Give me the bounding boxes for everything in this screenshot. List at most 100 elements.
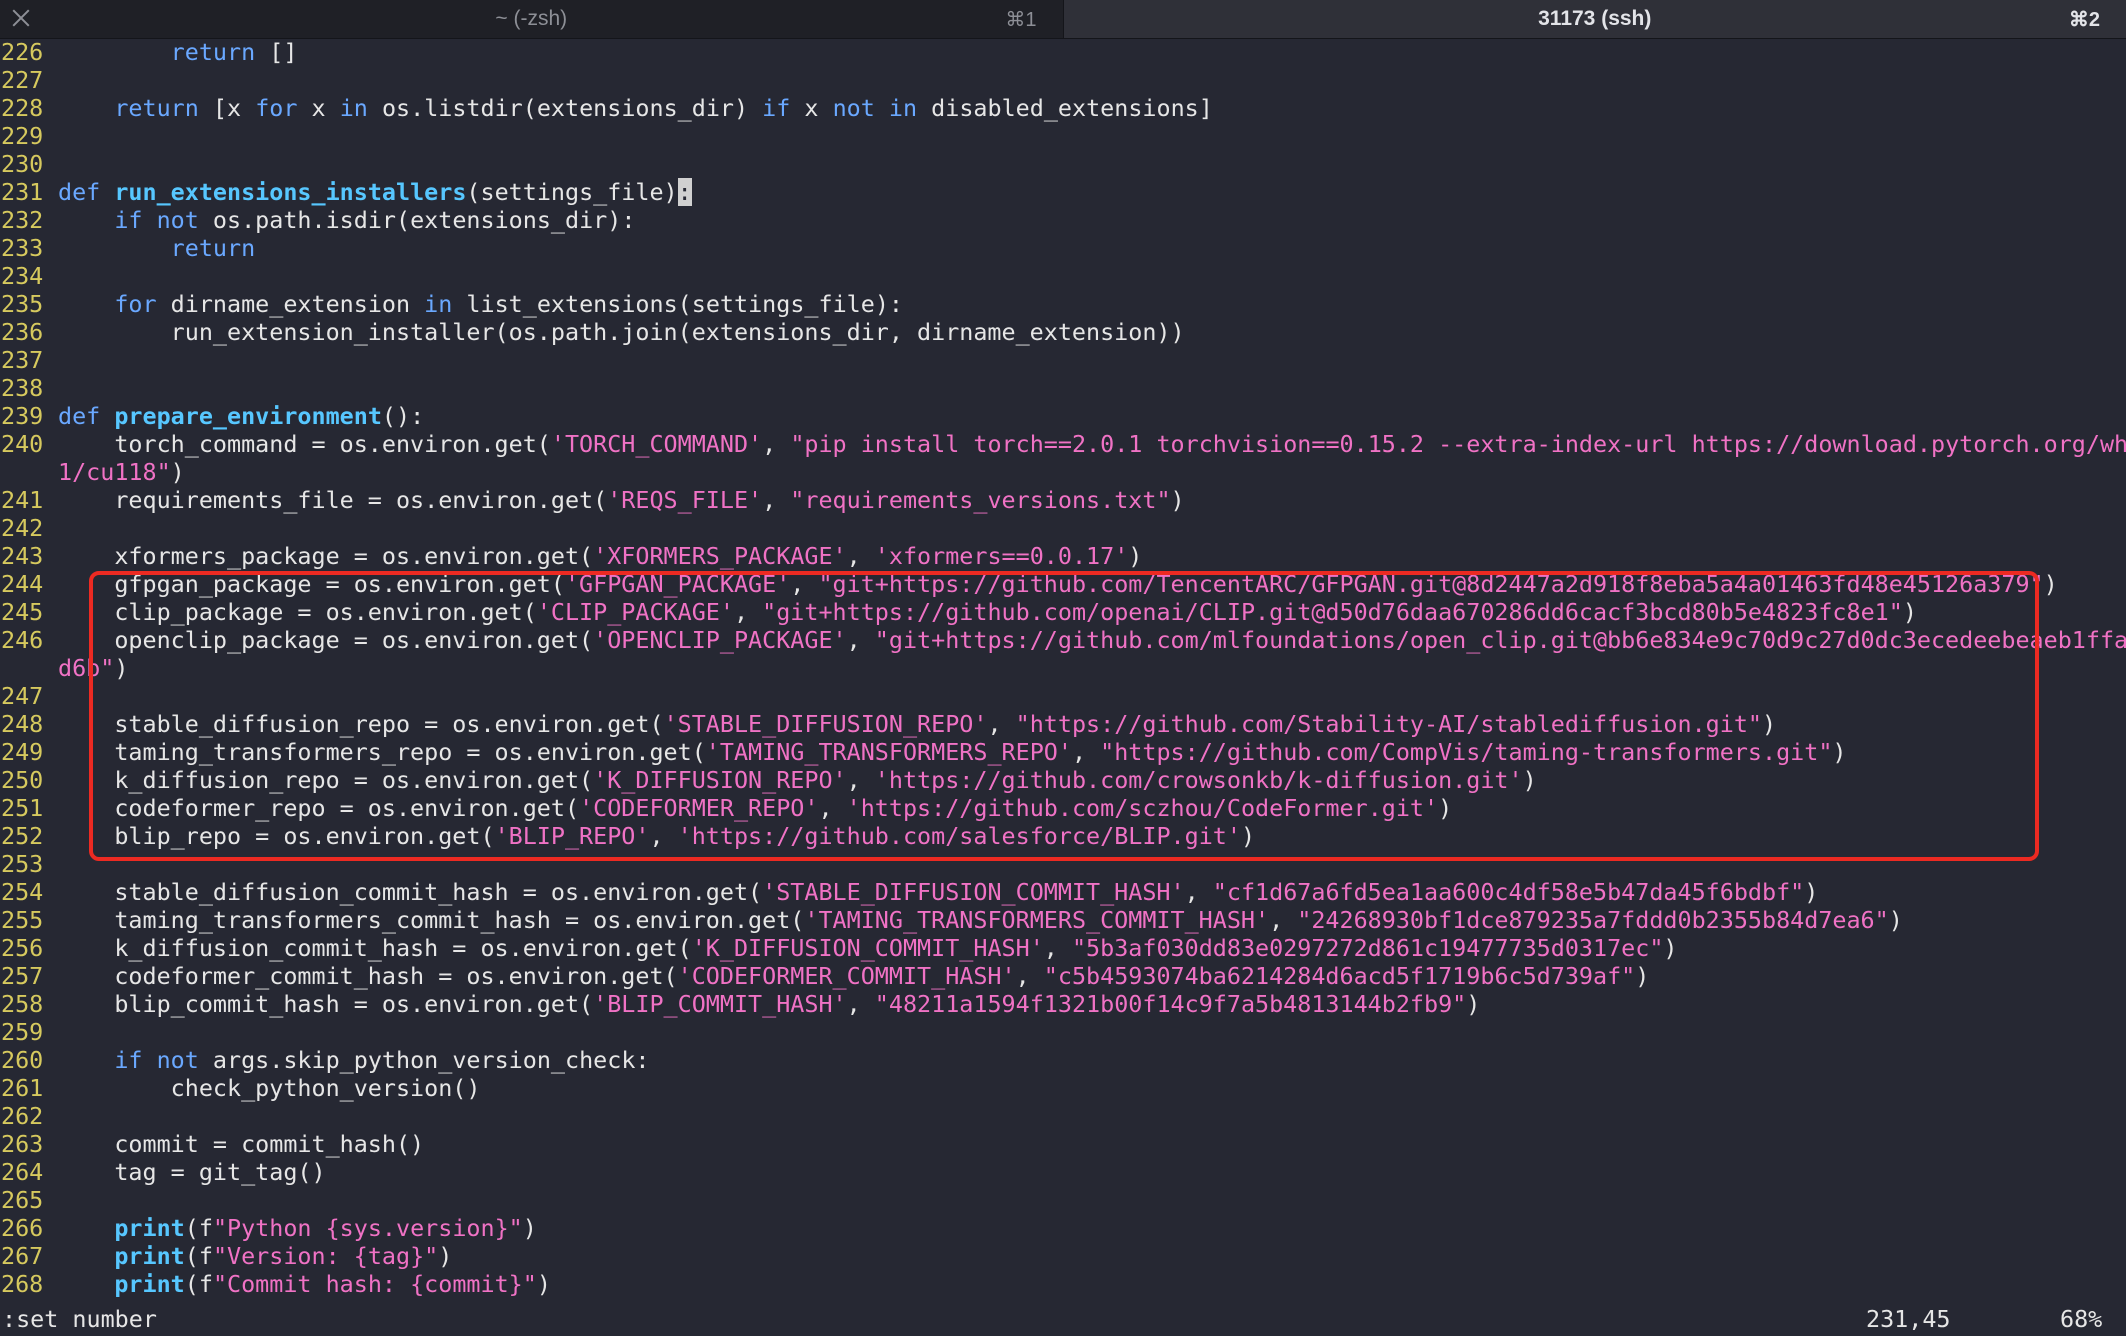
code-line[interactable]: 243 xformers_package = os.environ.get('X… [0,542,2126,570]
code-line[interactable]: 261 check_python_version() [0,1074,2126,1102]
code-line[interactable]: 237 [0,346,2126,374]
line-number: 252 [1,822,44,850]
line-number: 233 [1,234,44,262]
code-line[interactable]: 263 commit = commit_hash() [0,1130,2126,1158]
line-code: def run_extensions_installers(settings_f… [58,178,692,206]
line-number: 255 [1,906,44,934]
line-number: 258 [1,990,44,1018]
code-line[interactable]: 227 [0,66,2126,94]
line-code: def prepare_environment(): [58,402,424,430]
code-line[interactable]: 255 taming_transformers_commit_hash = os… [0,906,2126,934]
code-line[interactable]: 228 return [x for x in os.listdir(extens… [0,94,2126,122]
code-line[interactable]: 238 [0,374,2126,402]
cursor-position: 231,45 [1866,1305,1951,1333]
line-number: 266 [1,1214,44,1242]
code-token: ) [2043,570,2058,598]
code-token: ) [1888,906,1903,934]
code-token: commit = commit_hash() [58,1130,425,1158]
code-token: , [846,542,875,570]
tab-label: ~ (-zsh) [495,7,568,30]
code-token: if not [114,1046,199,1074]
line-code: for dirname_extension in list_extensions… [58,290,903,318]
code-line[interactable]: 267 print(f"Version: {tag}") [0,1242,2126,1270]
code-line[interactable]: 234 [0,262,2126,290]
code-token: [x [198,94,256,122]
code-line[interactable]: 232 if not os.path.isdir(extensions_dir)… [0,206,2126,234]
line-code: taming_transformers_commit_hash = os.env… [58,906,1903,934]
code-token: run_extension_installer(os.path.join(ext… [58,318,1185,346]
code-token: 'TAMING_TRANSFORMERS_COMMIT_HASH' [804,906,1270,934]
code-line[interactable]: 262 [0,1102,2126,1130]
line-number: 247 [1,682,44,710]
code-line[interactable]: 240 torch_command = os.environ.get('TORC… [0,430,2126,458]
code-token: ) [170,458,185,486]
line-number: 253 [1,850,44,878]
code-token: "c5b4593074ba6214284d6acd5f1719b6c5d739a… [1043,962,1636,990]
code-token: os.path.isdir(extensions_dir): [198,206,636,234]
line-code: codeformer_commit_hash = os.environ.get(… [58,962,1649,990]
vim-status-line[interactable]: :set number 231,45 68% [0,1302,2126,1336]
code-line[interactable]: 257 codeformer_commit_hash = os.environ.… [0,962,2126,990]
line-number: 238 [1,374,44,402]
code-line[interactable]: 239 def prepare_environment(): [0,402,2126,430]
code-line[interactable]: 258 blip_commit_hash = os.environ.get('B… [0,990,2126,1018]
line-number: 265 [1,1186,44,1214]
code-line[interactable]: 241 requirements_file = os.environ.get('… [0,486,2126,514]
code-line[interactable]: 265 [0,1186,2126,1214]
line-number: 264 [1,1158,44,1186]
code-line[interactable]: 235 for dirname_extension in list_extens… [0,290,2126,318]
code-token: return [114,94,199,122]
code-token: os.listdir(extensions_dir) [367,94,763,122]
code-token: , [762,486,791,514]
line-code: if not args.skip_python_version_check: [58,1046,649,1074]
code-line[interactable]: 230 [0,150,2126,178]
code-line[interactable]: 236 run_extension_installer(os.path.join… [0,318,2126,346]
tab-ssh[interactable]: 31173 (ssh) ⌘2 [1062,0,2126,38]
code-token: torch_command = os.environ.get( [58,430,551,458]
text-cursor: : [677,178,692,206]
code-token: x [790,94,833,122]
code-token: return [170,234,256,262]
code-line[interactable]: 264 tag = git_tag() [0,1158,2126,1186]
close-icon[interactable] [10,7,32,29]
line-number: 262 [1,1102,44,1130]
line-number: 232 [1,206,44,234]
line-number: 240 [1,430,44,458]
code-token: (f [184,1242,213,1270]
code-token: "5b3af030dd83e0297272d861c19477735d0317e… [1071,934,1664,962]
code-token: not in [832,94,918,122]
tab-zsh[interactable]: ~ (-zsh) ⌘1 [0,0,1063,38]
code-line[interactable]: 266 print(f"Python {sys.version}") [0,1214,2126,1242]
line-number: 235 [1,290,44,318]
code-line[interactable]: 254 stable_diffusion_commit_hash = os.en… [0,878,2126,906]
code-line[interactable]: 260 if not args.skip_python_version_chec… [0,1046,2126,1074]
code-line[interactable]: 233 return [0,234,2126,262]
line-code: run_extension_installer(os.path.join(ext… [58,318,1185,346]
code-line[interactable]: 268 print(f"Commit hash: {commit}") [0,1270,2126,1298]
code-line[interactable]: 229 [0,122,2126,150]
line-number: 257 [1,962,44,990]
line-code: print(f"Commit hash: {commit}") [58,1270,551,1298]
line-code: check_python_version() [58,1074,481,1102]
code-token: 'CODEFORMER_COMMIT_HASH' [677,962,1016,990]
line-number: 241 [1,486,44,514]
code-line[interactable]: 256 k_diffusion_commit_hash = os.environ… [0,934,2126,962]
line-code: k_diffusion_commit_hash = os.environ.get… [58,934,1677,962]
code-line-wrap[interactable]: 1/cu118") [0,458,2126,486]
code-token: taming_transformers_commit_hash = os.env… [58,906,805,934]
code-token: k_diffusion_commit_hash = os.environ.get… [58,934,692,962]
code-line[interactable]: 231 def run_extensions_installers(setting… [0,178,2126,206]
code-line[interactable]: 226 return [] [0,38,2126,66]
line-code: tag = git_tag() [58,1158,325,1186]
line-code: commit = commit_hash() [58,1130,424,1158]
code-token: x [297,94,340,122]
code-token: 'BLIP_COMMIT_HASH' [593,990,847,1018]
code-token: list_extensions(settings_file): [452,290,903,318]
command-line[interactable]: :set number [2,1302,157,1336]
code-token: for [255,94,298,122]
code-token: ) [1466,990,1481,1018]
code-line[interactable]: 242 [0,514,2126,542]
line-number: 226 [1,38,44,66]
code-token: , [1269,906,1298,934]
code-line[interactable]: 259 [0,1018,2126,1046]
